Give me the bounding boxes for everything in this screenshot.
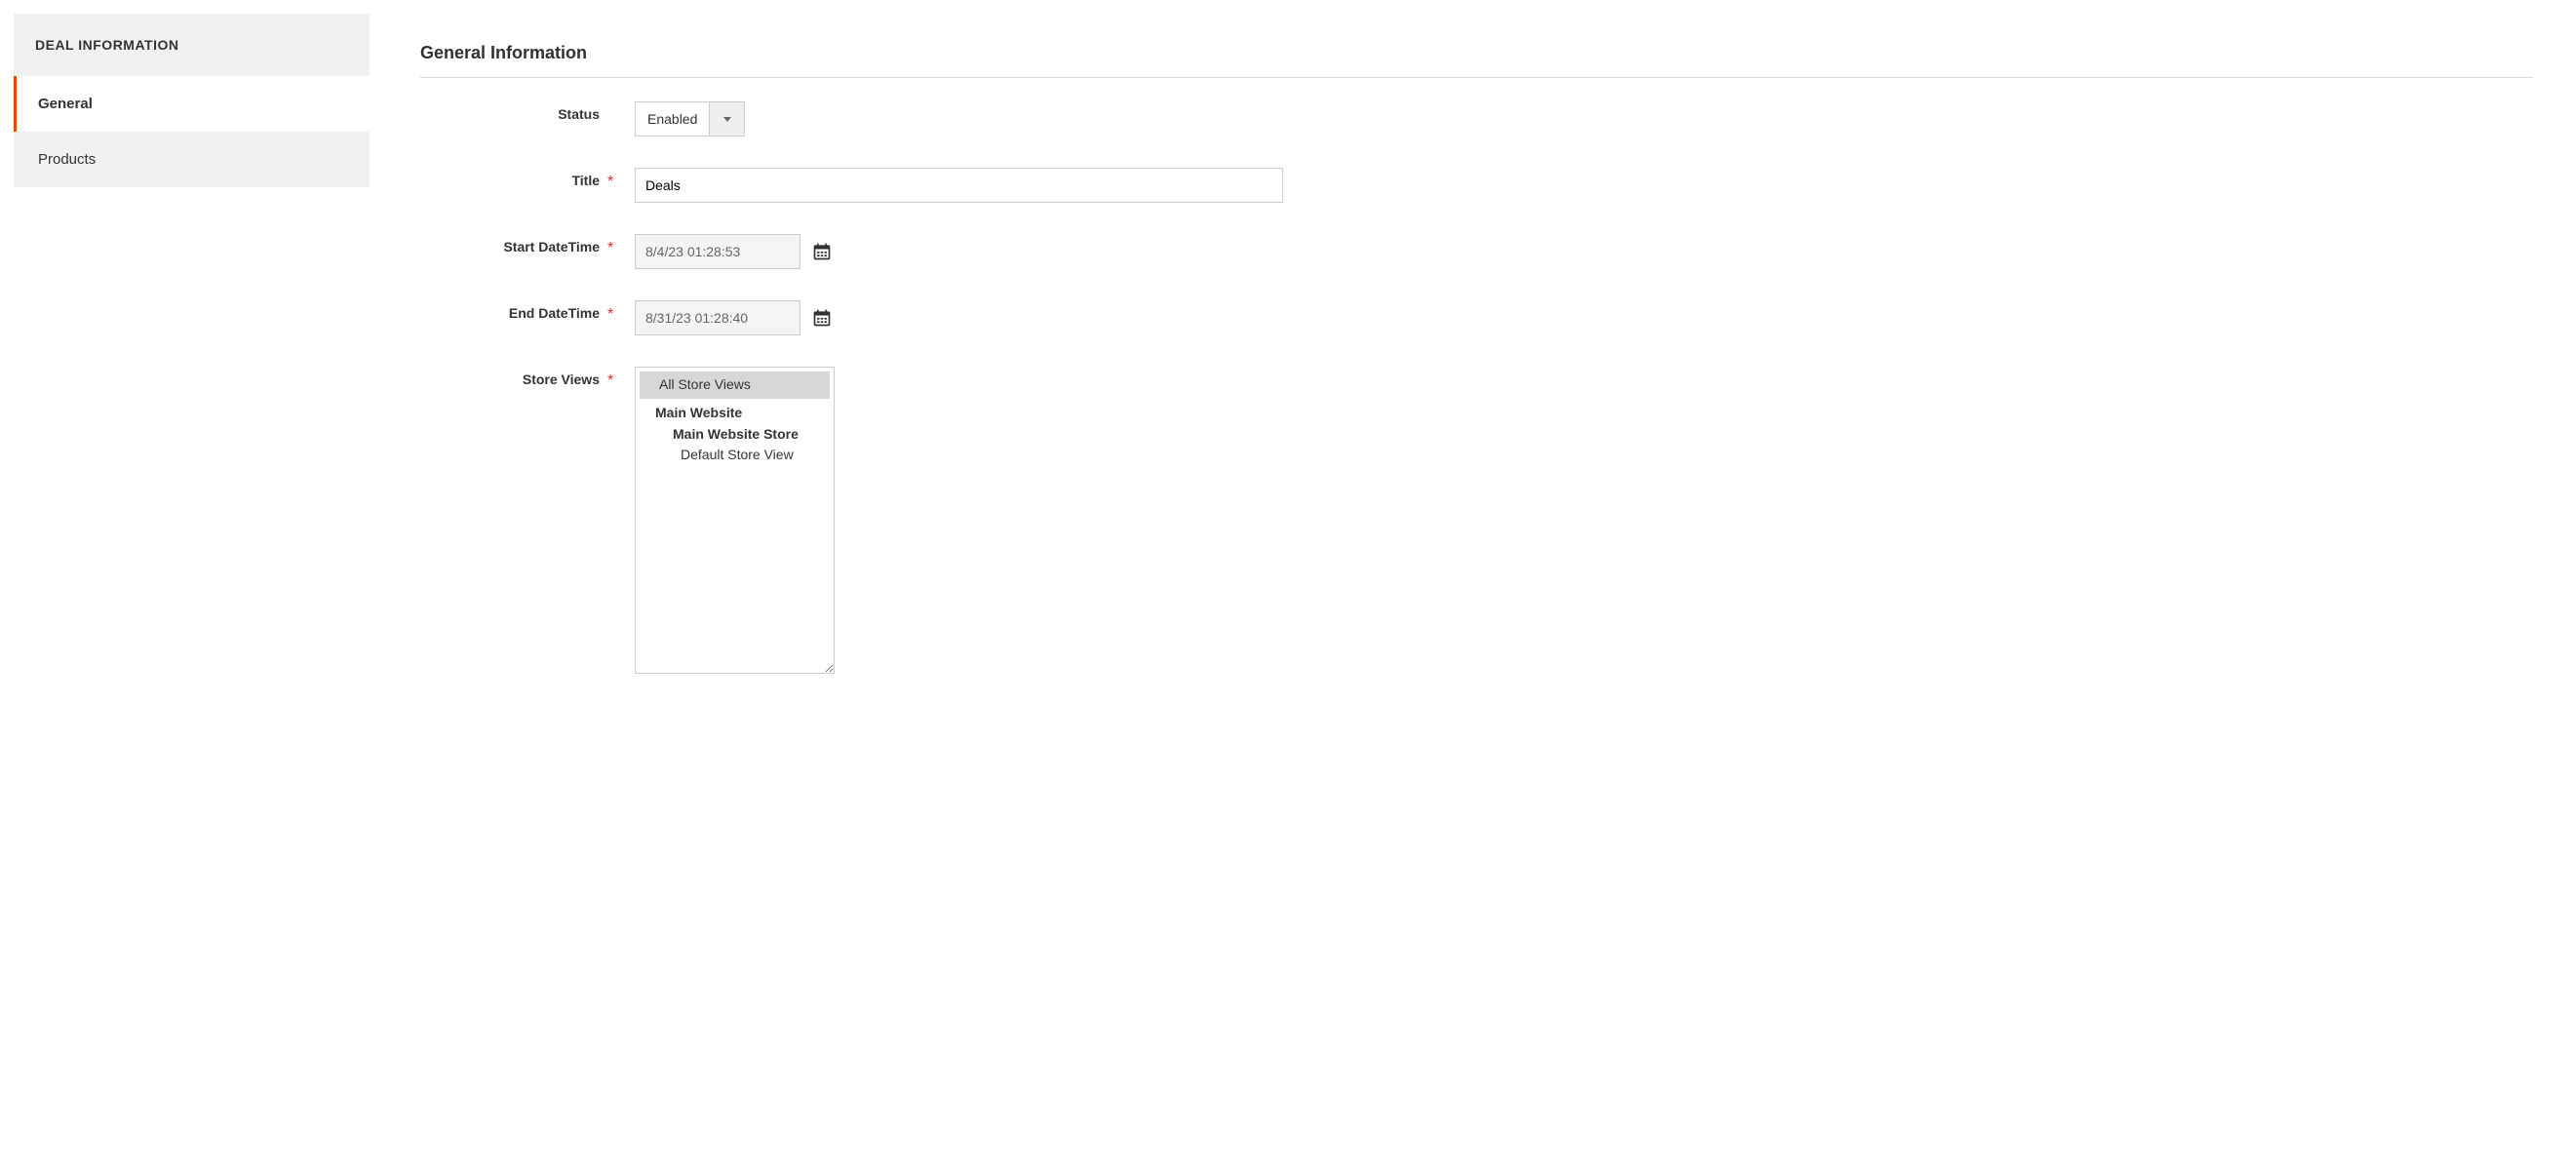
calendar-icon[interactable] xyxy=(812,242,832,261)
page-root: DEAL INFORMATION General Products Genera… xyxy=(0,0,2576,748)
status-toggle-value: Enabled xyxy=(636,102,709,136)
sidebar-header: DEAL INFORMATION xyxy=(14,14,370,76)
row-end-datetime: End DateTime * xyxy=(420,300,2533,335)
sidebar-item-products[interactable]: Products xyxy=(14,132,370,187)
store-option-default-view[interactable]: Default Store View xyxy=(636,442,834,469)
general-form: Status Enabled Title xyxy=(420,78,2533,674)
label-store-views: Store Views xyxy=(523,372,600,387)
label-end-datetime: End DateTime xyxy=(509,305,600,321)
sidebar-item-label: Products xyxy=(38,151,96,168)
section-title: General Information xyxy=(420,43,2533,78)
row-store-views: Store Views * All Store Views Main Websi… xyxy=(420,367,2533,674)
store-views-listbox[interactable]: All Store Views Main Website Main Websit… xyxy=(635,367,835,674)
required-indicator-icon: * xyxy=(607,306,613,323)
sidebar-panel: DEAL INFORMATION General Products xyxy=(14,14,370,187)
status-toggle-caret-button[interactable] xyxy=(709,102,744,136)
store-group-website: Main Website xyxy=(636,399,834,420)
required-placeholder xyxy=(607,101,635,107)
required-indicator-icon: * xyxy=(607,240,613,256)
store-option-all[interactable]: All Store Views xyxy=(640,372,830,399)
caret-down-icon xyxy=(723,117,731,122)
main-content: General Information Status Enabled xyxy=(370,14,2562,734)
row-status: Status Enabled xyxy=(420,101,2533,137)
store-group-store: Main Website Store xyxy=(636,420,834,442)
sidebar-item-label: General xyxy=(38,96,93,112)
status-toggle[interactable]: Enabled xyxy=(635,101,745,137)
label-start-datetime: Start DateTime xyxy=(503,239,600,254)
required-indicator-icon: * xyxy=(607,372,613,389)
row-start-datetime: Start DateTime * xyxy=(420,234,2533,269)
calendar-icon[interactable] xyxy=(812,308,832,328)
start-datetime-input[interactable] xyxy=(635,234,800,269)
required-indicator-icon: * xyxy=(607,174,613,190)
label-status: Status xyxy=(558,106,600,122)
title-input[interactable] xyxy=(635,168,1283,203)
row-title: Title * xyxy=(420,168,2533,203)
label-title: Title xyxy=(571,173,600,188)
end-datetime-input[interactable] xyxy=(635,300,800,335)
sidebar-item-general[interactable]: General xyxy=(14,76,370,132)
